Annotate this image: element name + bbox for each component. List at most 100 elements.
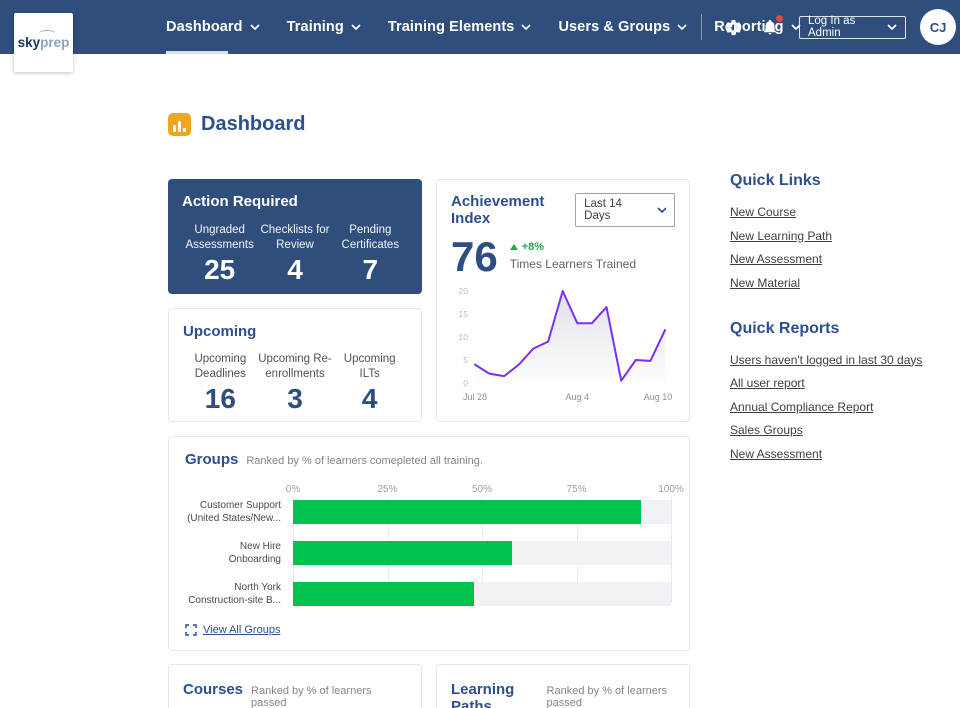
chevron-down-icon — [677, 24, 687, 30]
svg-text:10: 10 — [459, 332, 469, 342]
quick-report-new-assessment[interactable]: New Assessment — [730, 447, 960, 461]
achievement-index-title: Achievement Index — [451, 193, 545, 227]
stat-label: Upcoming Re-enrollments — [258, 353, 332, 380]
notifications-bell-icon[interactable] — [759, 15, 783, 38]
group-bar — [293, 582, 475, 606]
courses-card: Courses Ranked by % of learners passed — [168, 664, 422, 708]
groups-subtitle: Ranked by % of learners comepleted all t… — [246, 455, 483, 467]
stat-value: 7 — [362, 253, 379, 285]
nav-divider — [701, 14, 702, 40]
svg-text:0: 0 — [463, 378, 468, 388]
nav-item-label: Training Elements — [387, 19, 515, 35]
nav-item-users-groups[interactable]: Users & Groups — [558, 0, 687, 54]
stat-upcoming-deadlines[interactable]: Upcoming Deadlines 16 — [183, 352, 258, 415]
settings-gear-icon[interactable] — [722, 16, 744, 38]
quick-report-users-not-logged-in[interactable]: Users haven't logged in last 30 days — [730, 353, 960, 367]
nav-right-controls: Log In as Admin CJ — [701, 0, 956, 54]
gridline — [671, 497, 672, 603]
group-bar-track — [293, 582, 671, 606]
skyprep-logo[interactable]: skyprep — [14, 13, 73, 72]
stat-label: Upcoming Deadlines — [194, 353, 247, 380]
group-bar — [293, 500, 641, 524]
action-required-stats: Ungraded Assessments 25 Checklists for R… — [182, 223, 408, 286]
groups-bar-chart: 0% 25% 50% 75% 100% Customer Support (United… — [185, 484, 684, 607]
logo-prep-text: prep — [40, 35, 70, 50]
quick-link-new-learning-path[interactable]: New Learning Path — [730, 229, 960, 243]
learning-paths-title: Learning Paths — [451, 681, 515, 708]
view-all-groups-link[interactable]: View All Groups — [185, 624, 280, 636]
svg-text:20: 20 — [459, 286, 469, 296]
nav-item-training-elements[interactable]: Training Elements — [388, 0, 532, 54]
stat-checklists-for-review[interactable]: Checklists for Review 4 — [257, 223, 332, 286]
nav-item-label: Training — [286, 19, 344, 35]
quick-link-new-course[interactable]: New Course — [730, 205, 960, 219]
date-range-value: Last 14 Days — [584, 198, 622, 222]
upcoming-title: Upcoming — [183, 323, 257, 340]
group-bar-label: North York Construction-site B... — [188, 582, 281, 606]
bar-axis-tick: 100% — [658, 484, 684, 495]
chevron-down-icon — [887, 24, 897, 30]
courses-title: Courses — [183, 681, 244, 698]
quick-links-title: Quick Links — [730, 172, 821, 189]
learning-paths-subtitle: Ranked by % of learners passed — [546, 685, 667, 708]
svg-text:Aug 4: Aug 4 — [566, 392, 590, 402]
upcoming-stats: Upcoming Deadlines 16 Upcoming Re-enroll… — [183, 352, 407, 415]
stat-value: 4 — [361, 382, 378, 414]
user-avatar[interactable]: CJ — [920, 9, 956, 45]
courses-subtitle: Ranked by % of learners passed — [251, 685, 372, 708]
notification-badge — [776, 15, 783, 22]
quick-report-sales-groups[interactable]: Sales Groups — [730, 423, 960, 437]
bar-axis-tick: 50% — [471, 484, 493, 495]
nav-item-training[interactable]: Training — [287, 0, 361, 54]
dashboard-chart-icon — [168, 113, 191, 136]
action-required-title: Action Required — [182, 193, 298, 210]
group-bar-row[interactable]: North York Construction-site B... — [185, 581, 673, 607]
stat-value: 25 — [204, 253, 236, 285]
quick-reports-title: Quick Reports — [730, 319, 840, 337]
chevron-down-icon — [250, 24, 260, 30]
stat-upcoming-ilts[interactable]: Upcoming ILTs 4 — [332, 352, 407, 415]
svg-text:Aug 10: Aug 10 — [644, 392, 673, 402]
quick-report-all-user-report[interactable]: All user report — [730, 376, 960, 390]
action-required-card: Action Required Ungraded Assessments 25 … — [168, 179, 422, 294]
group-bar-row[interactable]: Customer Support (United States/New... — [185, 499, 673, 525]
stat-upcoming-reenrollments[interactable]: Upcoming Re-enrollments 3 — [258, 352, 333, 415]
nav-item-label: Dashboard — [166, 19, 243, 35]
chevron-down-icon — [657, 207, 666, 213]
gear-icon — [725, 19, 741, 35]
date-range-select[interactable]: Last 14 Days — [575, 193, 675, 227]
stat-label: Checklists for Review — [260, 224, 330, 251]
page-title: Dashboard — [201, 113, 306, 135]
group-bar-label: New Hire Onboarding — [228, 541, 281, 565]
expand-icon — [185, 624, 197, 636]
svg-text:5: 5 — [463, 355, 468, 365]
group-bar — [293, 541, 513, 565]
logo-sky-text: sky — [17, 35, 41, 50]
delta-value: +8% — [521, 241, 545, 253]
bar-axis-tick: 25% — [377, 484, 398, 495]
stat-ungraded-assessments[interactable]: Ungraded Assessments 25 — [182, 223, 257, 286]
right-sidebar: Quick Links New Course New Learning Path… — [730, 172, 960, 470]
page-title-row: Dashboard — [168, 113, 305, 136]
group-bar-track — [293, 541, 671, 565]
dashboard-screen: Dashboard Training Training Elements Use… — [0, 0, 960, 708]
stat-label: Pending Certificates — [341, 224, 400, 251]
group-bar-track — [293, 500, 671, 524]
learning-paths-card: Learning Paths Ranked by % of learners p… — [436, 664, 690, 708]
upcoming-card: Upcoming Upcoming Deadlines 16 Upcoming … — [168, 308, 422, 422]
stat-pending-certificates[interactable]: Pending Certificates 7 — [333, 223, 408, 286]
nav-item-label: Users & Groups — [558, 19, 671, 35]
log-in-as-admin-button[interactable]: Log In as Admin — [799, 15, 906, 39]
quick-link-new-assessment[interactable]: New Assessment — [730, 252, 960, 266]
group-bar-label: Customer Support (United States/New... — [187, 500, 281, 524]
groups-title: Groups — [185, 451, 239, 468]
nav-item-dashboard[interactable]: Dashboard — [166, 0, 260, 54]
group-bar-row[interactable]: New Hire Onboarding — [185, 540, 673, 566]
trend-up-icon — [509, 244, 518, 250]
quick-link-new-material[interactable]: New Material — [730, 276, 960, 290]
quick-report-annual-compliance[interactable]: Annual Compliance Report — [730, 400, 960, 414]
chevron-down-icon — [351, 24, 361, 30]
achievement-subtitle: Times Learners Trained — [509, 257, 636, 271]
admin-button-label: Log In as Admin — [808, 15, 856, 39]
stat-label: Upcoming ILTs — [343, 353, 396, 380]
